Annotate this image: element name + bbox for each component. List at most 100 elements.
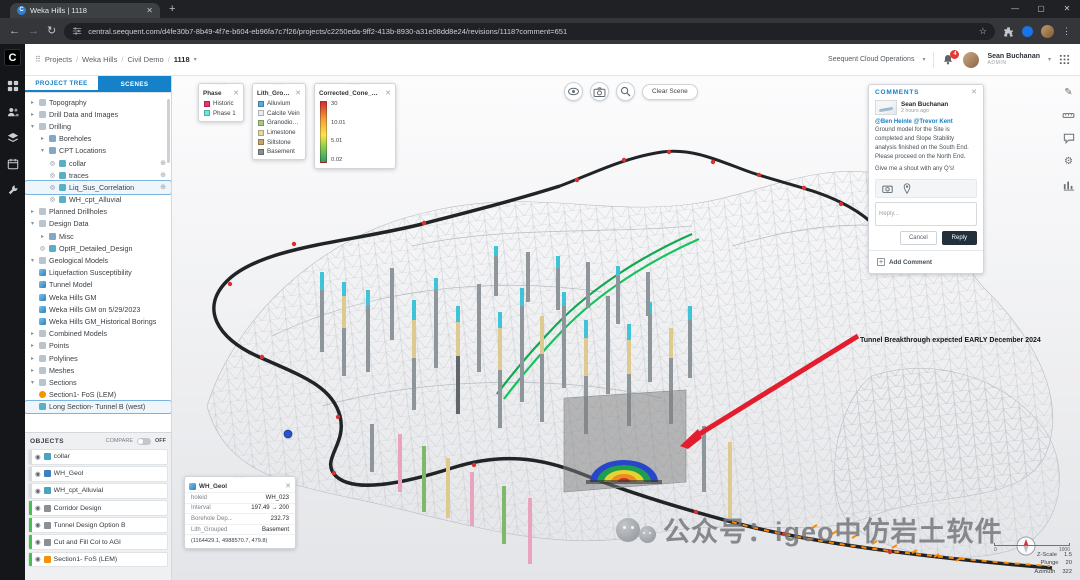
tree-item-topography[interactable]: ▸Topography: [25, 96, 171, 108]
tree-item-wh-cpt-alluvial[interactable]: ◎WH_cpt_Alluvial: [25, 194, 171, 206]
apps-icon[interactable]: [6, 79, 19, 92]
object-row-collar[interactable]: ◉collar: [28, 449, 168, 465]
tree-item-liquefaction-susceptibility[interactable]: Liquefaction Susceptibility: [25, 267, 171, 279]
users-icon[interactable]: [6, 105, 19, 118]
caret-icon[interactable]: ▸: [39, 233, 46, 240]
forward-button[interactable]: →: [28, 26, 39, 37]
caret-icon[interactable]: ▸: [29, 330, 36, 337]
breadcrumb-projects[interactable]: Projects: [45, 55, 72, 64]
visibility-eye-icon[interactable]: ◎: [49, 196, 56, 203]
tree-item-long-section-tunnel-b[interactable]: Long Section- Tunnel B (west): [25, 401, 171, 413]
tree-item-optr-detailed-design[interactable]: ◎OptR_Detailed_Design: [25, 242, 171, 254]
location-pin-icon[interactable]: [903, 183, 911, 194]
back-button[interactable]: ←: [9, 26, 20, 37]
add-to-scene-icon[interactable]: ⊕: [160, 171, 166, 179]
visibility-eye-icon[interactable]: ◉: [35, 453, 41, 461]
tree-item-weka-hills-gm-historical[interactable]: Weka Hills GM_Historical Borings: [25, 315, 171, 327]
tree-item-section1-fos[interactable]: Section1- FoS (LEM): [25, 389, 171, 401]
search-scene-button[interactable]: [616, 82, 635, 101]
tree-item-tunnel-model[interactable]: Tunnel Model: [25, 279, 171, 291]
user-avatar[interactable]: [963, 52, 979, 68]
visibility-eye-icon[interactable]: ◎: [39, 245, 46, 252]
object-row-wh-geol[interactable]: ◉WH_Geol: [28, 466, 168, 482]
url-bar[interactable]: central.seequent.com/d4fe30b7-8b49-4f7e-…: [64, 23, 995, 40]
caret-icon[interactable]: ▸: [29, 355, 36, 362]
chart-icon[interactable]: [1062, 178, 1075, 191]
object-row-wh-cpt-alluvial[interactable]: ◉WH_cpt_Alluvial: [28, 483, 168, 499]
seequent-logo[interactable]: C: [4, 49, 21, 66]
visibility-eye-icon[interactable]: ◉: [35, 504, 41, 512]
bookmark-star-icon[interactable]: ☆: [979, 26, 987, 37]
window-minimize-button[interactable]: —: [1002, 0, 1028, 17]
reply-input[interactable]: [875, 202, 977, 226]
breadcrumb-revision[interactable]: 1118: [174, 55, 190, 64]
browser-tab[interactable]: C Weka Hills | 1118 ✕: [10, 3, 160, 18]
close-icon[interactable]: ✕: [971, 88, 977, 96]
tree-item-drill-data[interactable]: ▸Drill Data and Images: [25, 108, 171, 120]
browser-menu-icon[interactable]: ⋮: [1062, 26, 1071, 37]
object-row-corridor-design[interactable]: ◉Corridor Design: [28, 500, 168, 516]
comment-scene-thumbnail[interactable]: [875, 100, 897, 115]
app-launcher-grid-icon[interactable]: [1059, 54, 1070, 65]
tree-item-cpt-locations[interactable]: ▾CPT Locations: [25, 145, 171, 157]
selection-info-panel[interactable]: ···· WH_Geol ✕ holeidWH_023 Interval197.…: [184, 476, 296, 549]
tree-item-geological-models[interactable]: ▾Geological Models: [25, 254, 171, 266]
extension-badge-icon[interactable]: [1022, 26, 1033, 37]
tab-scenes[interactable]: SCENES: [98, 76, 171, 92]
tree-item-design-data[interactable]: ▾Design Data: [25, 218, 171, 230]
compare-toggle[interactable]: [137, 438, 151, 445]
tree-item-combined-models[interactable]: ▸Combined Models: [25, 328, 171, 340]
visibility-eye-icon[interactable]: ◎: [49, 172, 56, 179]
window-close-button[interactable]: ✕: [1054, 0, 1080, 17]
add-to-scene-icon[interactable]: ⊕: [160, 183, 166, 191]
reply-button[interactable]: Reply: [942, 231, 977, 245]
section-plane[interactable]: [564, 390, 686, 492]
breadcrumb-project[interactable]: Weka Hills: [82, 55, 117, 64]
tree-item-points[interactable]: ▸Points: [25, 340, 171, 352]
visibility-eye-icon[interactable]: ◎: [49, 160, 56, 167]
tree-item-liq-sus-correlation[interactable]: ◎Liq_Sus_Correlation⊕: [25, 181, 171, 193]
layers-icon[interactable]: [6, 131, 19, 144]
blue-marker[interactable]: [284, 430, 292, 438]
3d-viewport[interactable]: ···· Phase ✕ Historic Phase 1 ···· Lith_…: [172, 76, 1080, 580]
add-comment-button[interactable]: + Add Comment: [869, 253, 983, 271]
scene-snapshot-icon[interactable]: [882, 184, 893, 193]
visibility-eye-icon[interactable]: ◉: [35, 521, 41, 529]
comment-bubble-icon[interactable]: [1062, 132, 1075, 145]
new-tab-button[interactable]: +: [169, 3, 175, 15]
close-icon[interactable]: ✕: [385, 89, 391, 97]
caret-icon[interactable]: ▾: [29, 379, 36, 386]
reload-button[interactable]: ↻: [47, 26, 56, 37]
legend-cone-resistance[interactable]: ···· Corrected_Cone_Resist... ✕ 30 10.01…: [314, 83, 396, 169]
scene-annotation[interactable]: Tunnel Breakthrough expected EARLY Decem…: [860, 337, 1041, 344]
caret-icon[interactable]: ▾: [29, 257, 36, 264]
visibility-eye-icon[interactable]: ◉: [35, 538, 41, 546]
tree-item-meshes[interactable]: ▸Meshes: [25, 364, 171, 376]
tree-item-misc[interactable]: ▸Misc: [25, 230, 171, 242]
tree-item-planned-drillholes[interactable]: ▸Planned Drillholes: [25, 206, 171, 218]
window-maximize-button[interactable]: ▢: [1028, 0, 1054, 17]
tree-item-collar[interactable]: ◎collar⊕: [25, 157, 171, 169]
legend-lith-grouped[interactable]: ···· Lith_Grouped ✕ Alluvium Calcite Vei…: [252, 83, 306, 160]
tree-item-traces[interactable]: ◎traces⊕: [25, 169, 171, 181]
tree-item-boreholes[interactable]: ▸Boreholes: [25, 133, 171, 145]
caret-icon[interactable]: ▸: [29, 367, 36, 374]
site-settings-icon[interactable]: [72, 26, 82, 36]
comment-mentions[interactable]: @Ben Heinle @Trevor Kent: [869, 117, 983, 126]
visibility-eye-icon[interactable]: ◉: [35, 555, 41, 563]
capture-scene-button[interactable]: [590, 82, 609, 101]
projects-grid-icon[interactable]: ⠿: [35, 55, 41, 64]
org-caret-icon[interactable]: ▾: [922, 56, 925, 63]
settings-gear-icon[interactable]: ⚙: [1062, 155, 1075, 168]
caret-icon[interactable]: ▾: [39, 147, 46, 154]
caret-icon[interactable]: ▸: [29, 208, 36, 215]
measure-ruler-icon[interactable]: [1062, 109, 1075, 122]
extensions-icon[interactable]: [1003, 26, 1014, 37]
close-icon[interactable]: ✕: [285, 482, 291, 490]
caret-icon[interactable]: ▾: [29, 123, 36, 130]
caret-icon[interactable]: ▸: [29, 111, 36, 118]
caret-icon[interactable]: ▸: [29, 99, 36, 106]
object-row-cut-and-fill[interactable]: ◉Cut and Fill Col to AGI: [28, 534, 168, 550]
tab-close-icon[interactable]: ✕: [146, 6, 153, 15]
close-icon[interactable]: ✕: [295, 89, 301, 97]
